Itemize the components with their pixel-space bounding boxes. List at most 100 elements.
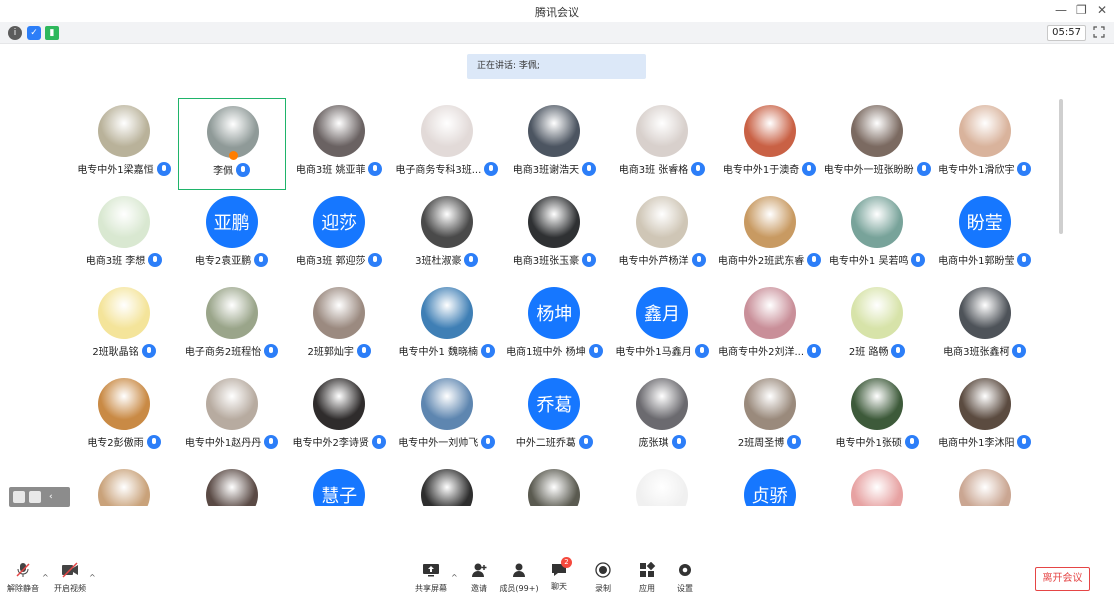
security-shield-icon[interactable]: ✓ — [27, 26, 41, 40]
participant-tile[interactable] — [178, 462, 286, 506]
caption-icon[interactable] — [29, 491, 41, 503]
participant-tile[interactable]: 慧子 — [285, 462, 393, 506]
mic-icon — [1017, 161, 1032, 176]
participant-tile[interactable]: 电专中外芦杨洋 — [608, 189, 716, 281]
participant-tile[interactable]: 2班郭灿宇 — [285, 280, 393, 372]
leave-meeting-button[interactable]: 离开会议 — [1035, 567, 1090, 591]
settings-label: 设置 — [677, 584, 693, 593]
participant-name: 电专中外1马鑫月 — [615, 347, 692, 358]
participant-name: 2班 路畅 — [848, 347, 889, 358]
title-bar: 腾讯会议 — ❐ ✕ — [0, 0, 1114, 22]
participant-tile[interactable] — [608, 462, 716, 506]
network-signal-icon[interactable]: ▮ — [45, 26, 59, 40]
emoji-icon[interactable] — [13, 491, 25, 503]
avatar — [851, 469, 904, 506]
members-button[interactable]: 成员(99+) — [499, 562, 539, 596]
participant-tile[interactable]: 2班周圣博 — [716, 371, 824, 463]
participant-tile[interactable]: 盼莹 电商中外1郭盼莹 — [931, 189, 1039, 281]
settings-button[interactable]: 设置 — [665, 562, 705, 596]
participant-tile[interactable] — [823, 462, 931, 506]
unmute-button[interactable]: 解除静音 — [5, 562, 41, 596]
participant-name: 电专中外1 吴若鸣 — [828, 256, 909, 267]
share-screen-button[interactable]: 共享屏幕 — [411, 562, 451, 596]
participant-tile[interactable]: 亚鹏 电专2袁亚鹏 — [178, 189, 286, 281]
participant-tile[interactable]: 鑫月 电专中外1马鑫月 — [608, 280, 716, 372]
participant-tile[interactable]: 电商3班张鑫柯 — [931, 280, 1039, 372]
audio-options-chevron-icon[interactable]: ^ — [42, 573, 49, 582]
participant-tile[interactable] — [500, 462, 608, 506]
avatar — [205, 469, 258, 506]
mic-icon — [916, 161, 931, 176]
fullscreen-icon[interactable] — [1093, 26, 1105, 38]
participant-tile[interactable]: 电商3班谢浩天 — [500, 98, 608, 190]
participant-tile[interactable]: 电商中外1李沐阳 — [931, 371, 1039, 463]
participant-tile[interactable]: 电专2彭傲雨 — [70, 371, 178, 463]
avatar — [636, 105, 688, 157]
participant-tile[interactable] — [393, 462, 501, 506]
floating-toolbox[interactable]: ‹ — [9, 487, 70, 507]
participant-name-row: 电专中外1 魏晓楠 — [393, 343, 501, 358]
participant-tile[interactable]: 2班 路畅 — [823, 280, 931, 372]
info-icon[interactable]: i — [8, 26, 22, 40]
invite-button[interactable]: 邀请 — [459, 562, 499, 596]
participant-name-row: 电子商务2班程怡 — [178, 343, 286, 358]
participant-tile[interactable]: 电专中外1 吴若鸣 — [823, 189, 931, 281]
avatar — [313, 287, 366, 339]
participant-tile[interactable]: 电专中外一班张盼盼 — [823, 98, 931, 190]
participant-name: 电商中外1郭盼莹 — [938, 256, 1015, 267]
participant-tile[interactable] — [931, 462, 1039, 506]
minimize-icon[interactable]: — — [1055, 3, 1067, 17]
participant-tile[interactable]: 李佩 — [177, 98, 286, 190]
participant-tile[interactable]: 电商3班 姚亚菲 — [285, 98, 393, 190]
meeting-info-bar: i ✓ ▮ 05:57 — [0, 22, 1114, 44]
participant-tile[interactable]: 电专中外1梁嘉恒 — [70, 98, 178, 190]
participant-tile[interactable]: 电子商务2班程怡 — [178, 280, 286, 372]
start-video-button[interactable]: 开启视频 — [52, 562, 88, 596]
close-icon[interactable]: ✕ — [1097, 3, 1107, 17]
participant-tile[interactable]: 电专中外1张硕 — [823, 371, 931, 463]
participant-tile[interactable]: 电商专中外2刘洋... — [716, 280, 824, 372]
apps-button[interactable]: 应用 — [627, 561, 667, 596]
participant-tile[interactable]: 电专中外1 魏晓楠 — [393, 280, 501, 372]
participant-tile[interactable]: 电商3班 张睿格 — [608, 98, 716, 190]
participant-name: 电专中外一班张盼盼 — [823, 165, 914, 176]
mic-icon — [1017, 252, 1032, 267]
participant-tile[interactable]: 庞张琪 — [608, 371, 716, 463]
participant-tile[interactable] — [70, 462, 178, 506]
participant-name-row: 电专2彭傲雨 — [70, 434, 178, 449]
mic-icon — [904, 434, 919, 449]
participant-tile[interactable]: 电商中外2班武东睿 — [716, 189, 824, 281]
participant-tile[interactable]: 乔葛 中外二班乔葛 — [500, 371, 608, 463]
participant-tile[interactable]: 电专中外1滑欣宇 — [931, 98, 1039, 190]
participant-name: 电商3班张玉豪 — [512, 256, 580, 267]
chat-button[interactable]: 2 聊天 — [539, 557, 579, 596]
participant-tile[interactable]: 杨坤 电商1班中外 杨坤 — [500, 280, 608, 372]
grid-scrollbar[interactable] — [1059, 99, 1063, 234]
restore-icon[interactable]: ❐ — [1076, 3, 1087, 17]
participant-tile[interactable]: 电商3班 李想 — [70, 189, 178, 281]
participant-tile[interactable]: 电子商务专科3班... — [393, 98, 501, 190]
video-options-chevron-icon[interactable]: ^ — [89, 573, 96, 582]
participant-name-row: 电商3班张玉豪 — [500, 252, 608, 267]
collapse-left-icon[interactable]: ‹ — [49, 492, 53, 502]
participant-name-row: 电专中外芦杨洋 — [608, 252, 716, 267]
participant-tile[interactable]: 电商3班张玉豪 — [500, 189, 608, 281]
participant-tile[interactable]: 电专中外2李诗贤 — [285, 371, 393, 463]
participant-tile[interactable]: 贞骄 — [716, 462, 824, 506]
participant-tile[interactable]: 迎莎 电商3班 郭迎莎 — [285, 189, 393, 281]
record-button[interactable]: 录制 — [583, 562, 623, 596]
participant-name-row: 电商1班中外 杨坤 — [500, 343, 608, 358]
avatar — [313, 105, 366, 157]
participant-name: 电专中外1梁嘉恒 — [77, 165, 154, 176]
meeting-timer: 05:57 — [1047, 25, 1086, 41]
participant-name-row: 电专中外一刘帅飞 — [393, 434, 501, 449]
participant-name: 电专中外一刘帅飞 — [398, 438, 479, 449]
participant-tile[interactable]: 电专中外一刘帅飞 — [393, 371, 501, 463]
participant-tile[interactable]: 电专中外1赵丹丹 — [178, 371, 286, 463]
participant-name-row: 电商3班张鑫柯 — [931, 343, 1039, 358]
participant-tile[interactable]: 3班杜淑豪 — [393, 189, 501, 281]
share-options-chevron-icon[interactable]: ^ — [451, 573, 458, 582]
participant-tile[interactable]: 2班耿晶铭 — [70, 280, 178, 372]
participant-tile[interactable]: 电专中外1于澳奇 — [716, 98, 824, 190]
invite-user-icon — [472, 563, 487, 577]
